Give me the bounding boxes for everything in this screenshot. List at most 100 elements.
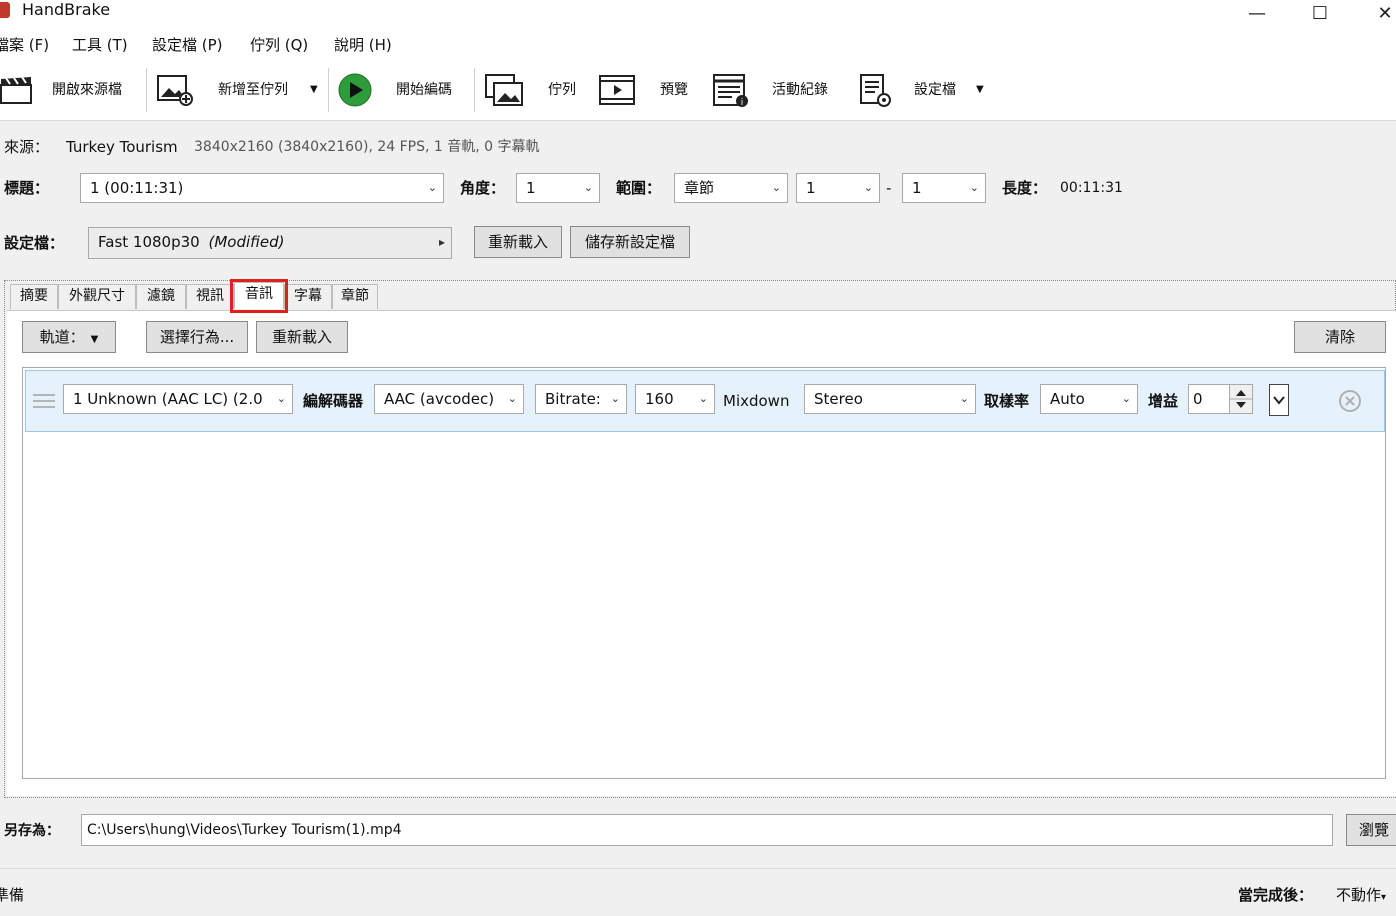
chevron-down-icon: ⌄ <box>969 181 979 194</box>
tab-dimensions[interactable]: 外觀尺寸 <box>58 284 136 309</box>
chevron-right-icon: ▸ <box>438 235 445 249</box>
chevron-down-icon: ⌄ <box>959 392 969 405</box>
gain-label: 增益 <box>1148 392 1179 410</box>
range-label: 範圍： <box>616 179 662 197</box>
angle-select-value: 1 <box>526 179 536 197</box>
chevron-down-icon: ⌄ <box>427 181 437 194</box>
quality-mode-select[interactable]: Bitrate: ⌄ <box>535 384 627 414</box>
codec-select[interactable]: AAC (avcodec) ⌄ <box>374 384 524 414</box>
angle-label: 角度： <box>460 179 506 197</box>
queue-icon[interactable] <box>484 73 523 107</box>
bitrate-value: 160 <box>645 390 674 408</box>
mixdown-label: Mixdown <box>723 392 790 410</box>
save-as-path-input[interactable]: C:\Users\hung\Videos\Turkey Tourism(1).m… <box>81 814 1333 846</box>
tracks-button-label: 軌道： <box>39 328 85 346</box>
preset-gear-icon[interactable] <box>858 73 896 107</box>
gain-input[interactable]: 0 <box>1188 384 1230 414</box>
chevron-down-icon: ▼ <box>90 334 99 345</box>
toolbar-separator <box>328 68 329 112</box>
when-done-select[interactable]: 不動作▾ <box>1336 884 1386 909</box>
choose-behavior-button[interactable]: 選擇行為... <box>146 321 248 353</box>
track-options-dropdown[interactable] <box>1269 384 1289 416</box>
menu-help[interactable]: 說明 (H) <box>334 34 392 56</box>
range-type-select[interactable]: 章節 ⌄ <box>674 173 788 203</box>
when-done-label: 當完成後： <box>1238 886 1314 904</box>
activity-log-button[interactable]: 活動紀錄 <box>772 79 828 101</box>
chevron-down-icon[interactable]: ▼ <box>310 79 318 101</box>
tracks-button[interactable]: 軌道： ▼ <box>22 321 116 353</box>
range-separator: - <box>886 179 892 197</box>
range-start-select[interactable]: 1 ⌄ <box>796 173 880 203</box>
angle-select[interactable]: 1 ⌄ <box>516 173 600 203</box>
mixdown-select[interactable]: Stereo ⌄ <box>804 384 976 414</box>
source-details: 3840x2160 (3840x2160), 24 FPS, 1 音軌, 0 字… <box>194 139 540 155</box>
chevron-down-icon[interactable]: ▼ <box>976 79 984 101</box>
toolbar-separator <box>474 68 475 112</box>
source-name: Turkey Tourism <box>66 138 178 156</box>
maximize-button[interactable]: ☐ <box>1297 0 1343 26</box>
preview-button[interactable]: 預覽 <box>660 79 688 101</box>
preset-select[interactable]: Fast 1080p30 (Modified) ▸ <box>88 227 452 259</box>
chevron-down-icon: ▾ <box>1381 892 1387 903</box>
chevron-down-icon: ⌄ <box>610 392 620 405</box>
tab-video[interactable]: 視訊 <box>186 284 234 309</box>
toolbar <box>0 61 1396 121</box>
duration-label: 長度： <box>1002 179 1048 197</box>
activity-log-icon[interactable]: i <box>712 73 750 108</box>
samplerate-select[interactable]: Auto ⌄ <box>1040 384 1138 414</box>
start-encode-button[interactable]: 開始編碼 <box>396 79 452 101</box>
save-new-preset-button[interactable]: 儲存新設定檔 <box>570 226 690 258</box>
menu-presets[interactable]: 設定檔 (P) <box>152 34 223 56</box>
codec-value: AAC (avcodec) <box>384 390 495 408</box>
audio-track-value: 1 Unknown (AAC LC) (2.0 <box>73 390 263 408</box>
chevron-down-icon: ⌄ <box>276 392 286 405</box>
tab-chapters[interactable]: 章節 <box>332 284 378 309</box>
menu-tools[interactable]: 工具 (T) <box>72 34 128 56</box>
audio-track-select[interactable]: 1 Unknown (AAC LC) (2.0 ⌄ <box>63 384 293 414</box>
range-end-select[interactable]: 1 ⌄ <box>902 173 986 203</box>
add-image-icon[interactable] <box>156 73 194 107</box>
duration-value: 00:11:31 <box>1060 180 1123 196</box>
range-start-value: 1 <box>806 179 816 197</box>
codec-label: 編解碼器 <box>303 392 364 410</box>
title-select[interactable]: 1 (00:11:31) ⌄ <box>80 173 444 203</box>
menu-queue[interactable]: 佇列 (Q) <box>250 34 308 56</box>
presets-button[interactable]: 設定檔 <box>914 79 956 101</box>
gain-stepper[interactable] <box>1229 384 1253 414</box>
quality-mode-value: Bitrate: <box>545 390 601 408</box>
reload-audio-button[interactable]: 重新載入 <box>256 321 348 353</box>
reload-preset-button[interactable]: 重新載入 <box>474 226 562 258</box>
close-button[interactable]: ✕ <box>1362 0 1396 26</box>
clapperboard-icon[interactable] <box>0 73 38 107</box>
remove-track-icon[interactable] <box>1338 389 1362 413</box>
title-select-value: 1 (00:11:31) <box>90 179 184 197</box>
chevron-down-icon: ⌄ <box>1121 392 1131 405</box>
menu-file[interactable]: 檔案 (F) <box>0 34 49 56</box>
bitrate-select[interactable]: 160 ⌄ <box>635 384 715 414</box>
chevron-down-icon: ⌄ <box>863 181 873 194</box>
mixdown-value: Stereo <box>814 390 863 408</box>
window-title: HandBrake <box>22 0 111 19</box>
chevron-down-icon: ⌄ <box>771 181 781 194</box>
samplerate-value: Auto <box>1050 390 1085 408</box>
browse-button[interactable]: 瀏覽 <box>1346 814 1396 846</box>
tab-summary[interactable]: 摘要 <box>10 284 58 309</box>
open-source-button[interactable]: 開啟來源檔 <box>52 79 122 101</box>
drag-handle-icon[interactable] <box>32 392 56 410</box>
add-to-queue-button[interactable]: 新增至佇列 <box>218 79 288 101</box>
minimize-button[interactable]: — <box>1234 0 1280 26</box>
chevron-down-icon: ⌄ <box>507 392 517 405</box>
svg-text:i: i <box>741 98 744 108</box>
source-label: 來源： <box>4 138 50 156</box>
handbrake-logo-icon <box>0 2 10 18</box>
clear-button[interactable]: 清除 <box>1294 321 1386 353</box>
chevron-down-icon: ⌄ <box>698 392 708 405</box>
queue-button[interactable]: 佇列 <box>548 79 576 101</box>
tab-filters[interactable]: 濾鏡 <box>136 284 186 309</box>
preview-film-icon[interactable] <box>598 73 636 107</box>
tab-subtitles[interactable]: 字幕 <box>284 284 332 309</box>
chevron-down-icon: ⌄ <box>583 181 593 194</box>
samplerate-label: 取樣率 <box>984 392 1030 410</box>
preset-name: Fast 1080p30 <box>98 233 200 251</box>
play-icon[interactable] <box>336 73 374 107</box>
